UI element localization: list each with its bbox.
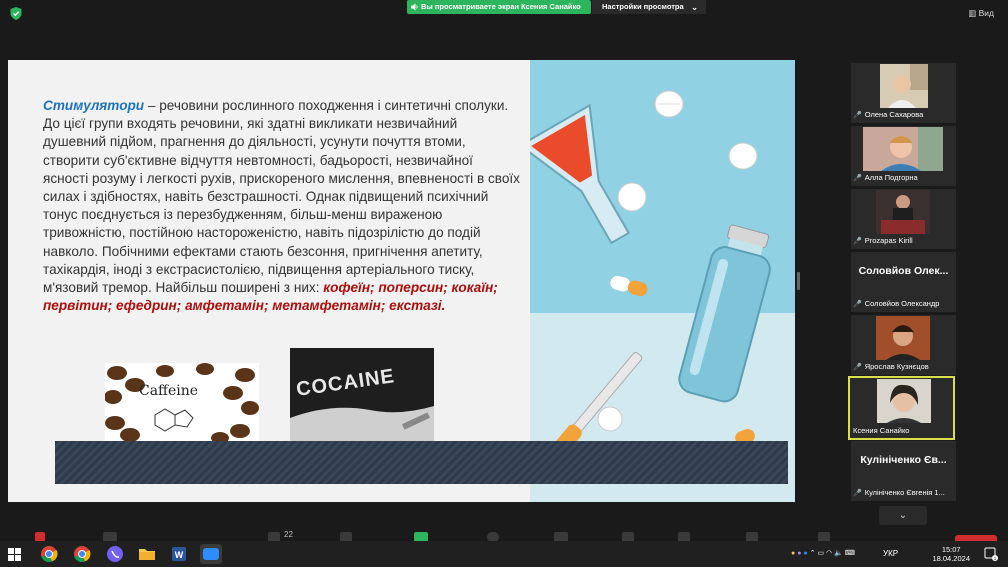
participant-tile[interactable]: Соловйов Олек... 🎤 Соловйов Олександр: [851, 252, 956, 312]
file-explorer-icon[interactable]: [136, 544, 158, 564]
notification-icon[interactable]: 1: [984, 547, 998, 561]
participant-name-label: 🎤 Олена Сахарова: [853, 110, 924, 119]
chevron-up-icon[interactable]: ⌃: [810, 550, 816, 557]
screen-share-notice-text: Вы просматриваете экран Ксения Санайко: [421, 2, 581, 11]
participant-tile[interactable]: 🎤 Алла Подгорна: [851, 126, 956, 186]
speaker-icon: [411, 3, 418, 11]
clock-time: 15:07: [941, 545, 961, 554]
participant-name-label: 🎤 Кулініченко Євгенія 1...: [853, 488, 945, 497]
grid-icon: ▥: [968, 8, 977, 18]
windows-start-icon[interactable]: [8, 548, 21, 561]
participant-name-label: 🎤 Prozapas Kirill: [853, 236, 913, 245]
participant-name-placeholder: Соловйов Олек...: [858, 265, 949, 277]
participant-name-label: Ксения Санайко: [853, 426, 910, 435]
participant-video: [880, 64, 928, 108]
shared-screen-slide: Стимулятори – речовини рослинного походж…: [8, 60, 795, 502]
chevron-down-icon: ⌄: [898, 510, 908, 521]
mic-muted-icon: 🎤: [853, 364, 862, 371]
mic-muted-icon: 🎤: [853, 301, 862, 308]
volume-icon[interactable]: 🔈: [834, 550, 843, 557]
viber-tray-icon[interactable]: ●: [797, 550, 801, 557]
shield-icon[interactable]: [10, 7, 22, 20]
meeting-top-bar: Вы просматриваете экран Ксения Санайко Н…: [0, 0, 1008, 26]
zoom-app-icon[interactable]: [200, 544, 222, 564]
language-indicator[interactable]: УКР: [883, 549, 898, 558]
participant-name-label: 🎤 Алла Подгорна: [853, 173, 918, 182]
battery-icon[interactable]: ▭: [817, 550, 824, 557]
slide-footer-band: [55, 441, 788, 484]
cocaine-image: COCAINE: [290, 348, 434, 441]
gallery-scroll-down-button[interactable]: ⌄: [879, 506, 927, 525]
participant-video: [876, 316, 930, 360]
viber-icon[interactable]: [104, 544, 126, 564]
windows-taskbar: W ● ● ● ⌃ ▭ ◠ 🔈 ⌨ УКР 15:07 18.04.2024 1: [0, 541, 1008, 567]
mic-muted-icon: 🎤: [853, 175, 862, 182]
system-clock[interactable]: 15:07 18.04.2024: [932, 545, 970, 563]
view-button[interactable]: ▥ Вид: [968, 8, 994, 19]
participant-video: [877, 379, 931, 423]
participants-count: 22: [284, 530, 293, 539]
participant-tile[interactable]: 🎤 Олена Сахарова: [851, 63, 956, 123]
mic-muted-icon: 🎤: [853, 112, 862, 119]
participant-tile-active-speaker[interactable]: Ксения Санайко: [848, 376, 955, 440]
participant-name-placeholder: Кулініченко Єв...: [860, 454, 947, 466]
chrome-icon[interactable]: [38, 544, 60, 564]
caffeine-image-label: Caffeine: [139, 383, 199, 399]
slide-body-text: Стимулятори – речовини рослинного походж…: [43, 97, 521, 315]
view-settings-label: Настройки просмотра: [602, 2, 684, 11]
slide-term: Стимулятори: [43, 98, 145, 113]
participant-tile[interactable]: 🎤 Prozapas Kirill: [851, 189, 956, 249]
participant-video: [863, 127, 943, 171]
mic-muted-icon: 🎤: [853, 490, 862, 497]
participant-name-label: 🎤 Ярослав Кузнєцов: [853, 362, 929, 371]
caffeine-image: Caffeine: [105, 363, 259, 441]
chevron-down-icon: ⌄: [691, 3, 698, 12]
zoom-window: Вы просматриваете экран Ксения Санайко Н…: [0, 0, 1008, 567]
slide-description: – речовини рослинного походження і синте…: [43, 98, 520, 296]
view-button-label: Вид: [978, 8, 994, 18]
participant-tile[interactable]: 🎤 Ярослав Кузнєцов: [851, 315, 956, 375]
network-icon[interactable]: ◠: [826, 550, 832, 557]
lab-equipment-illustration: [530, 90, 771, 476]
participant-tile[interactable]: Кулініченко Єв... 🎤 Кулініченко Євгенія 1…: [851, 441, 956, 501]
clock-date: 18.04.2024: [932, 554, 970, 563]
participant-name-label: 🎤 Соловйов Олександр: [853, 299, 940, 308]
participant-video: [876, 190, 930, 234]
meeting-controls-toolbar: 22: [0, 528, 1008, 542]
tray-icons[interactable]: ● ● ● ⌃ ▭ ◠ 🔈 ⌨: [791, 549, 855, 557]
zoom-tray-icon[interactable]: ●: [803, 550, 807, 557]
screen-share-notice: Вы просматриваете экран Ксения Санайко: [407, 0, 591, 14]
mic-muted-icon: 🎤: [853, 238, 862, 245]
chrome-icon[interactable]: [71, 544, 93, 564]
svg-text:W: W: [175, 550, 184, 560]
view-settings-button[interactable]: Настройки просмотра ⌄: [592, 0, 706, 14]
antivirus-icon[interactable]: ●: [791, 550, 795, 557]
keyboard-icon[interactable]: ⌨: [845, 550, 855, 557]
panel-resize-handle[interactable]: [797, 272, 800, 290]
word-icon[interactable]: W: [168, 544, 190, 564]
